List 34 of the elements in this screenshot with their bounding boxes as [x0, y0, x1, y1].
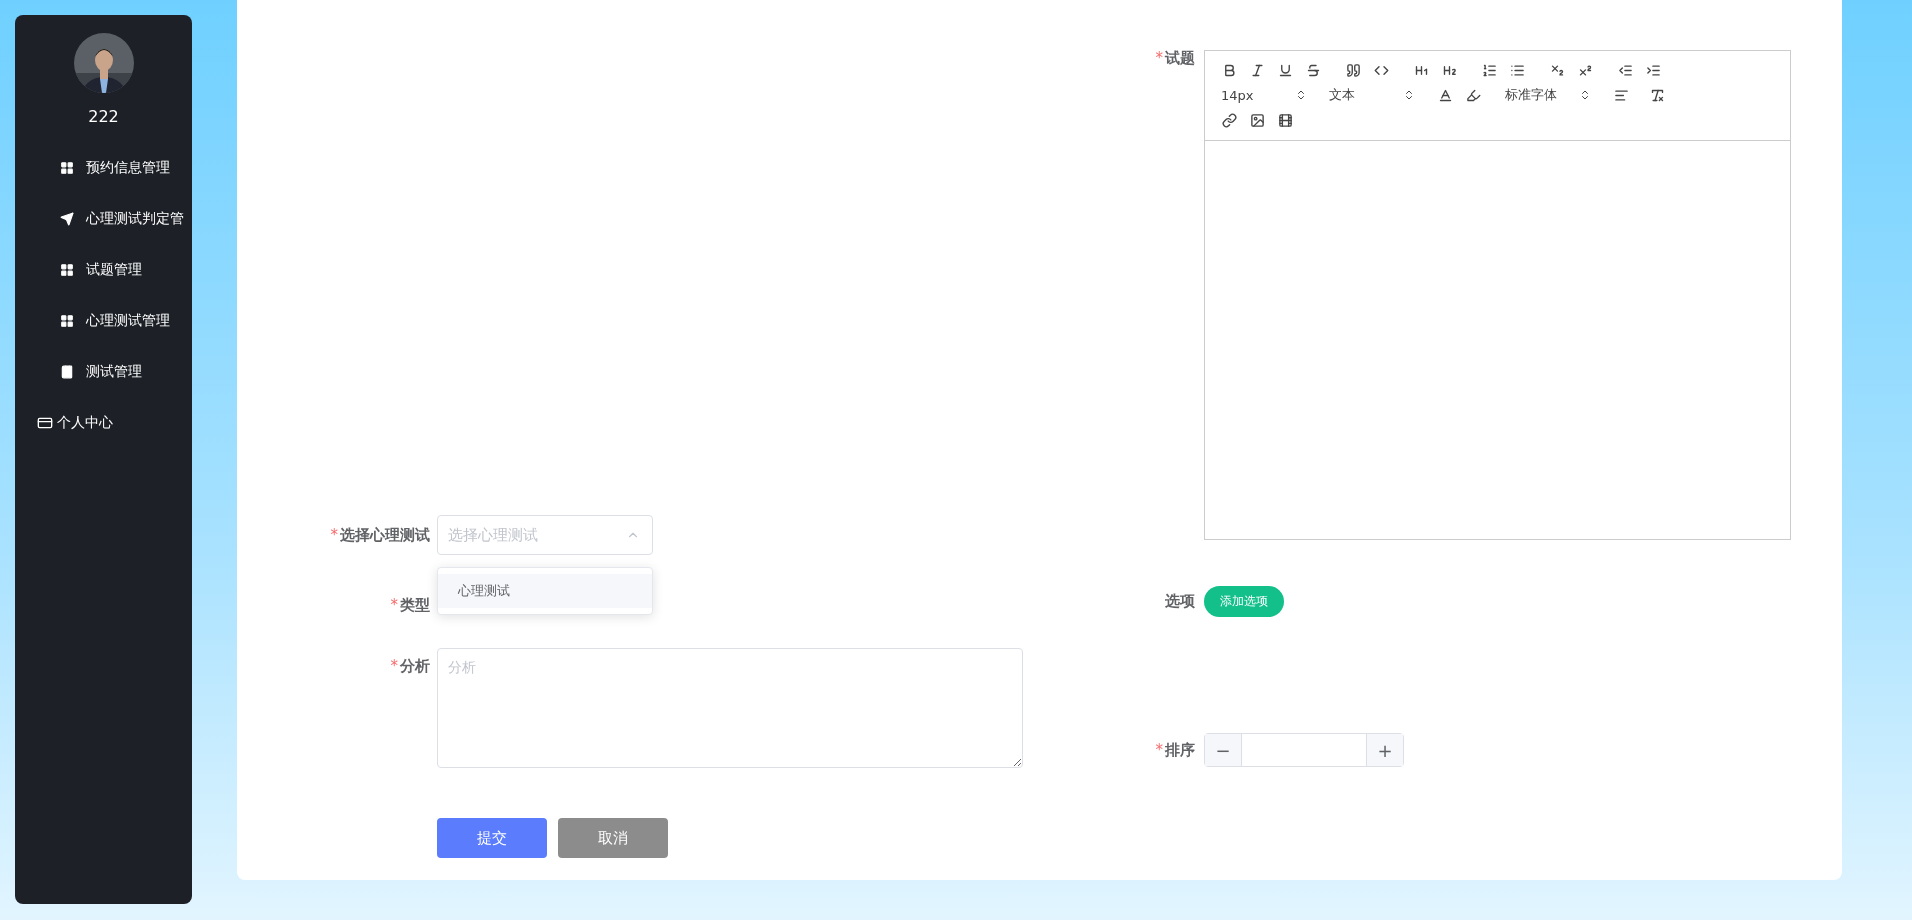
field-label: 选择心理测试 — [340, 525, 430, 546]
grid-icon — [60, 313, 74, 328]
submit-button[interactable]: 提交 — [437, 818, 547, 858]
field-label: 分析 — [400, 656, 430, 677]
caret-icon — [1295, 89, 1307, 101]
field-label: 选项 — [1165, 591, 1195, 612]
field-label: 类型 — [400, 595, 430, 616]
nav-item[interactable]: 试题管理 — [15, 244, 192, 295]
required-mark: * — [1155, 740, 1163, 761]
font-size-picker[interactable]: 14px — [1215, 87, 1313, 103]
user-name: 222 — [88, 107, 119, 126]
decrement-button[interactable]: − — [1205, 734, 1242, 766]
number-field[interactable]: − + — [1204, 733, 1404, 767]
nav-item[interactable]: 心理测试判定管 — [15, 193, 192, 244]
dropdown-option[interactable]: 心理测试 — [438, 574, 652, 608]
required-mark: * — [330, 525, 338, 546]
increment-button[interactable]: + — [1366, 734, 1403, 766]
grid-icon — [60, 160, 74, 175]
field-label: 试题 — [1165, 50, 1195, 66]
caret-icon — [1579, 89, 1591, 101]
heading-picker[interactable]: 文本 — [1323, 86, 1421, 104]
required-mark: * — [390, 595, 398, 616]
grid-icon — [60, 262, 74, 277]
nav-item[interactable]: 预约信息管理 — [15, 142, 192, 193]
caret-icon — [1403, 89, 1415, 101]
required-mark: * — [390, 656, 398, 677]
nav-item[interactable]: 心理测试管理 — [15, 295, 192, 346]
send-icon — [60, 211, 74, 226]
required-mark: * — [1155, 50, 1163, 66]
font-picker[interactable]: 标准字体 — [1499, 86, 1597, 104]
field-label: 排序 — [1165, 740, 1195, 761]
analysis-field[interactable]: 分析 — [437, 648, 1023, 768]
nav-item[interactable]: 测试管理 — [15, 346, 192, 397]
nav-item[interactable]: 个人中心 — [15, 397, 192, 448]
